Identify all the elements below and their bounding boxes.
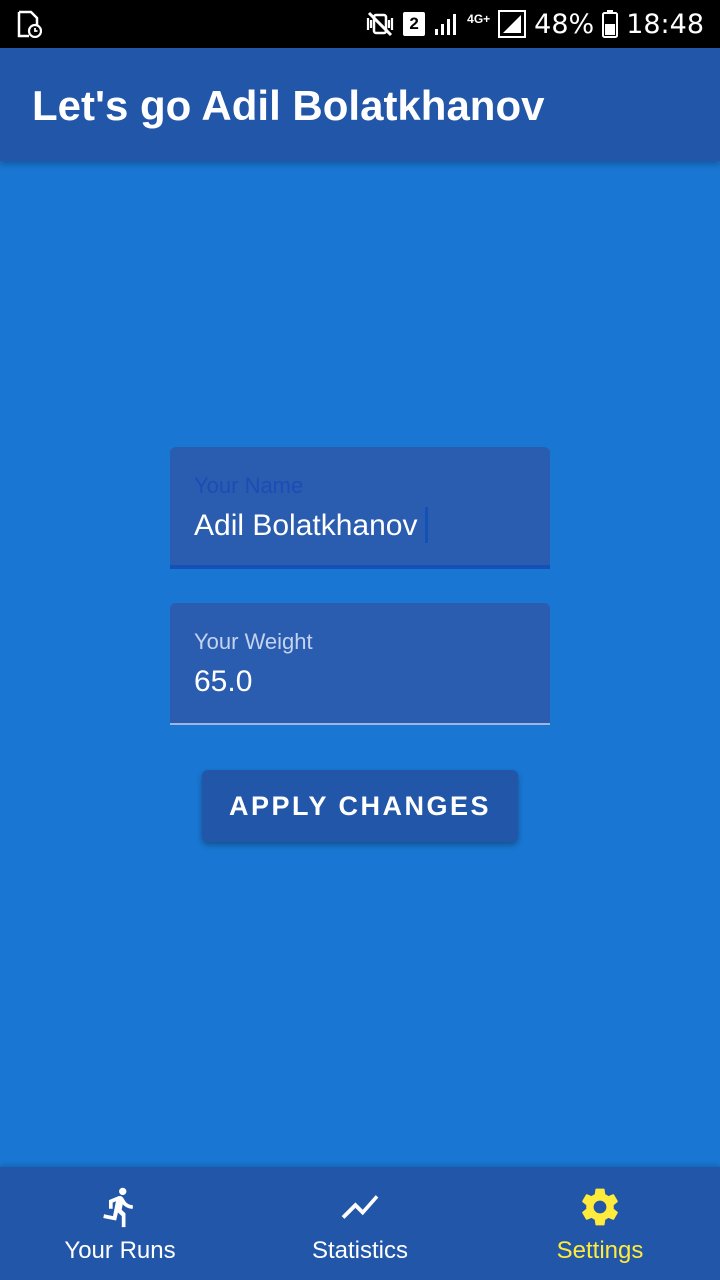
nav-label-statistics: Statistics [311,1237,409,1264]
name-input-text: Adil Bolatkhanov [194,509,418,542]
name-input[interactable]: Adil Bolatkhanov [194,507,429,545]
nav-item-settings[interactable]: Settings [480,1167,720,1280]
clock: 18:48 [626,8,704,40]
battery-icon [602,10,619,38]
weight-input[interactable]: 65.0 [194,665,252,699]
apply-changes-button[interactable]: APPLY CHANGES [202,770,518,842]
page-title: Let's go Adil Bolatkhanov [32,82,545,129]
text-cursor [425,507,429,544]
vibrate-mute-icon [367,11,394,37]
trending-line-icon [341,1195,379,1219]
nav-item-statistics[interactable]: Statistics [240,1167,480,1280]
signal-full-icon [498,10,527,38]
bottom-navigation: Your Runs Statistics Settings [0,1167,720,1280]
weight-field-label: Your Weight [194,629,313,654]
weight-field[interactable]: Your Weight 65.0 [170,603,550,725]
nav-item-your-runs[interactable]: Your Runs [0,1167,240,1280]
name-field-label: Your Name [194,473,304,498]
app-bar: Let's go Adil Bolatkhanov [0,48,720,161]
running-person-icon [103,1187,133,1228]
screenshot-notification-icon [17,10,42,38]
nav-label-settings: Settings [556,1237,644,1264]
battery-percent: 48% [534,8,595,40]
network-type-label: 4G+ [467,12,491,26]
nav-label-your-runs: Your Runs [64,1237,176,1264]
status-bar: 2 4G+ 48% 18:48 [0,0,720,48]
sim-badge: 2 [403,12,426,36]
signal-icon [435,14,457,35]
name-field[interactable]: Your Name Adil Bolatkhanov [170,447,550,569]
gear-icon [582,1188,618,1226]
